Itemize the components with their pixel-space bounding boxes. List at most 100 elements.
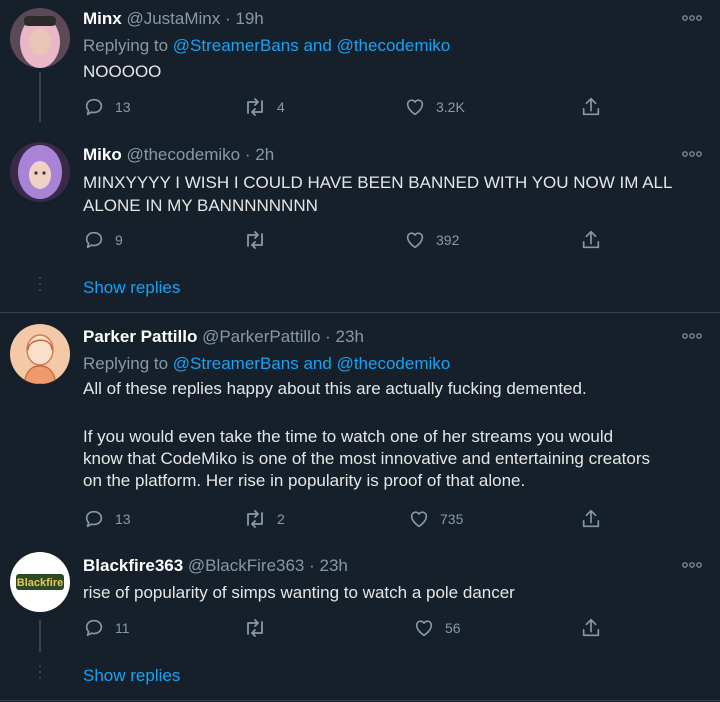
reply-button[interactable]: 9 [83,229,123,251]
mention-link[interactable]: @thecodemiko [337,36,451,55]
handle[interactable]: @thecodemiko [126,145,240,164]
mention-link[interactable]: @StreamerBans [173,354,299,373]
retweet-icon [247,510,263,528]
reply-button[interactable]: 13 [83,508,131,530]
tweet-text-line: NOOOOO [83,62,162,81]
thread-dots [39,277,41,295]
share-button[interactable] [580,229,602,251]
tweet-text-line: MINXYYYY I WISH I COULD HAVE BEEN BANNED… [83,173,673,192]
tweet-text: All of these replies happy about this ar… [83,378,713,492]
display-name[interactable]: Minx [83,9,122,28]
more-options-icon[interactable] [682,561,702,569]
heart-icon [410,511,428,528]
tweet-text-line: know that CodeMiko is one of the most in… [83,449,650,468]
like-button[interactable]: 735 [408,508,463,530]
avatar[interactable] [10,8,70,68]
reply-button[interactable]: 13 [83,96,131,118]
tweet-header: Minx @JustaMinx · 19h [83,9,264,29]
tweet-text: MINXYYYY I WISH I COULD HAVE BEEN BANNED… [83,171,693,217]
replying-to: Replying to @StreamerBans and @thecodemi… [83,35,450,57]
share-button[interactable] [580,617,602,639]
like-count: 392 [436,232,460,248]
retweet-icon [247,231,263,249]
tweet-header: Blackfire363 @BlackFire363 · 23h [83,556,348,576]
divider [0,700,720,701]
share-button[interactable] [580,96,602,118]
heart-icon [406,99,424,116]
like-button[interactable]: 56 [413,617,461,639]
replying-to: Replying to @StreamerBans and @thecodemi… [83,353,450,375]
tweet-text-line: If you would even take the time to watch… [83,427,614,446]
reply-icon [85,98,103,116]
tweet-actions: 11 56 [83,617,623,639]
retweet-button[interactable] [243,229,277,251]
display-name[interactable]: Blackfire363 [83,556,183,575]
divider [0,312,720,313]
tweet-text: NOOOOO [83,61,693,83]
timestamp[interactable]: · 2h [245,145,274,164]
reply-icon [85,231,103,249]
reply-icon [85,510,103,528]
retweet-button[interactable]: 2 [243,508,285,530]
more-options-icon[interactable] [682,150,702,158]
timestamp[interactable]: · 19h [225,9,264,28]
show-replies-link[interactable]: Show replies [83,278,180,298]
like-count: 735 [440,511,464,527]
retweet-count: 2 [277,511,285,527]
thread-line [39,72,41,122]
like-count: 56 [445,620,461,636]
mention-and[interactable]: and [303,36,331,55]
tweet-actions: 13 2 735 [83,508,623,530]
mention-link[interactable]: @StreamerBans [173,36,299,55]
tweet-actions: 9 392 [83,229,623,251]
mention-link[interactable]: @thecodemiko [337,354,451,373]
avatar[interactable]: Blackfire [10,552,70,612]
tweet-text-line: rise of popularity of simps wanting to w… [83,583,515,602]
retweet-button[interactable]: 4 [243,96,285,118]
display-name[interactable]: Miko [83,145,122,164]
reply-count: 13 [115,99,131,115]
replying-to-label: Replying to [83,36,169,55]
handle[interactable]: @ParkerPattillo [202,327,320,346]
heart-icon [406,232,424,249]
tweet-text-line: on the platform. Her rise in popularity … [83,471,526,490]
tweet-text: rise of popularity of simps wanting to w… [83,582,693,604]
reply-count: 11 [115,620,130,636]
avatar[interactable] [10,142,70,202]
retweet-icon [247,98,263,116]
more-options-icon[interactable] [682,332,702,340]
display-name[interactable]: Parker Pattillo [83,327,197,346]
share-button[interactable] [580,508,602,530]
reply-button[interactable]: 11 [83,617,130,639]
mention-and[interactable]: and [303,354,331,373]
heart-icon [415,620,433,637]
tweet-actions: 13 4 3.2K [83,96,623,118]
show-replies-link[interactable]: Show replies [83,666,180,686]
like-button[interactable]: 3.2K [404,96,465,118]
handle[interactable]: @JustaMinx [126,9,220,28]
timestamp[interactable]: · 23h [309,556,348,575]
like-button[interactable]: 392 [404,229,459,251]
handle[interactable]: @BlackFire363 [188,556,304,575]
timestamp[interactable]: · 23h [325,327,364,346]
retweet-button[interactable] [243,617,277,639]
reply-count: 13 [115,511,131,527]
retweet-icon [247,619,263,637]
tweet-text-line: All of these replies happy about this ar… [83,379,587,398]
share-icon [582,97,600,116]
share-icon [582,230,600,249]
share-icon [582,509,600,528]
retweet-count: 4 [277,99,285,115]
replying-to-label: Replying to [83,354,169,373]
thread-dots [39,665,41,683]
tweet-text-line: ALONE IN MY BANNNNNNNN [83,196,318,215]
tweet-header: Parker Pattillo @ParkerPattillo · 23h [83,327,364,347]
avatar[interactable] [10,324,70,384]
avatar-logo-text: Blackfire [17,577,63,589]
like-count: 3.2K [436,99,465,115]
more-options-icon[interactable] [682,14,702,22]
tweet-header: Miko @thecodemiko · 2h [83,145,274,165]
reply-icon [85,619,103,637]
share-icon [582,618,600,637]
